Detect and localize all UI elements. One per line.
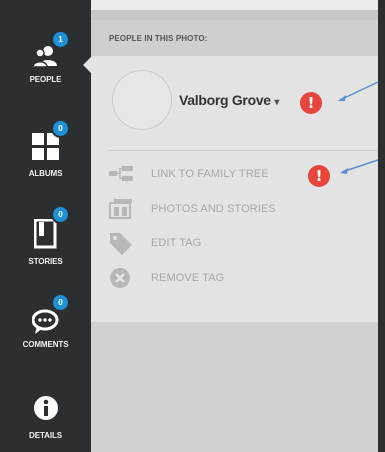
top-strip: [91, 0, 385, 10]
stories-icon: [33, 219, 56, 249]
action-label: LINK TO FAMILY TREE: [151, 168, 269, 180]
sidebar-item-label: PEOPLE: [29, 75, 62, 84]
person-name[interactable]: Valborg Grove ▾: [179, 92, 279, 108]
sidebar-item-albums[interactable]: ALBUMS 0: [0, 121, 91, 178]
sidebar-item-label: STORIES: [28, 257, 63, 266]
info-icon: [33, 396, 58, 420]
photos-and-stories-button[interactable]: PHOTOS AND STORIES: [108, 197, 358, 221]
photos-stories-icon: [109, 199, 132, 219]
albums-count-badge: 0: [53, 121, 68, 136]
sidebar-item-label: DETAILS: [29, 431, 62, 440]
edit-tag-button[interactable]: EDIT TAG: [108, 231, 358, 255]
albums-icon: [31, 133, 59, 160]
comments-count-badge: 0: [53, 295, 68, 310]
panel-pointer: [83, 56, 92, 74]
alert-icon[interactable]: !: [300, 92, 322, 114]
panel-header: PEOPLE IN THIS PHOTO:: [91, 20, 378, 56]
sidebar-item-label: COMMENTS: [22, 340, 69, 349]
people-count-badge: 1: [53, 32, 68, 47]
comments-icon: [31, 309, 58, 334]
action-label: REMOVE TAG: [151, 272, 225, 284]
tag-icon: [110, 233, 132, 255]
panel-header-title: PEOPLE IN THIS PHOTO:: [109, 34, 208, 43]
sidebar: PEOPLE 1 ALBUMS 0 STORIES 0 COMMENTS 0 D…: [0, 0, 91, 452]
divider: [108, 150, 378, 151]
sidebar-item-stories[interactable]: STORIES 0: [0, 207, 91, 266]
family-tree-icon: [109, 166, 133, 181]
window-edge: [378, 0, 385, 452]
action-label: EDIT TAG: [151, 237, 202, 249]
remove-tag-button[interactable]: REMOVE TAG: [108, 266, 358, 290]
alert-icon[interactable]: !: [308, 165, 330, 187]
action-label: PHOTOS AND STORIES: [151, 203, 276, 215]
stories-count-badge: 0: [53, 207, 68, 222]
sidebar-item-comments[interactable]: COMMENTS 0: [0, 295, 91, 349]
avatar[interactable]: [112, 70, 172, 130]
panel-footer-area: [91, 322, 378, 452]
people-icon: [32, 46, 57, 68]
remove-icon: [110, 268, 130, 288]
sidebar-item-details[interactable]: DETAILS: [0, 395, 91, 440]
person-name-text: Valborg Grove: [179, 92, 271, 108]
sidebar-item-people[interactable]: PEOPLE 1: [0, 32, 91, 84]
chevron-down-icon[interactable]: ▾: [274, 97, 279, 108]
sidebar-item-label: ALBUMS: [28, 169, 63, 178]
